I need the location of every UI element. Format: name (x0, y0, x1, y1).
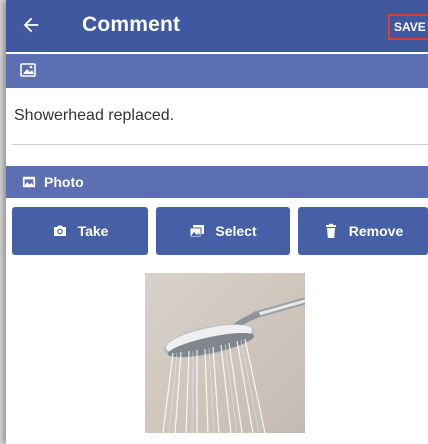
take-photo-button[interactable]: Take (12, 207, 148, 255)
showerhead-image (162, 297, 305, 433)
take-button-label: Take (77, 223, 109, 239)
page-title: Comment (82, 13, 181, 36)
photo-icon (22, 176, 36, 188)
comment-text[interactable]: Showerhead replaced. (14, 107, 174, 125)
app-bar: Comment SAVE (6, 0, 428, 52)
remove-button-label: Remove (348, 223, 404, 239)
save-button[interactable]: SAVE (388, 14, 428, 40)
camera-icon (53, 225, 66, 236)
app-frame: Comment SAVE Showerhead replaced. Photo … (6, 0, 428, 444)
remove-photo-button[interactable]: Remove (298, 207, 428, 255)
comment-field[interactable]: Showerhead replaced. (6, 88, 428, 154)
select-button-label: Select (215, 223, 257, 239)
back-arrow-icon[interactable] (20, 14, 42, 36)
gallery-icon (189, 225, 205, 238)
photo-section-header: Photo (6, 166, 428, 198)
photo-section-label: Photo (44, 174, 84, 190)
image-icon[interactable] (20, 62, 36, 78)
photo-thumbnail[interactable] (145, 273, 305, 433)
trash-icon (325, 223, 336, 238)
image-toolbar (6, 54, 428, 88)
select-photo-button[interactable]: Select (156, 207, 290, 255)
comment-underline (12, 144, 428, 145)
